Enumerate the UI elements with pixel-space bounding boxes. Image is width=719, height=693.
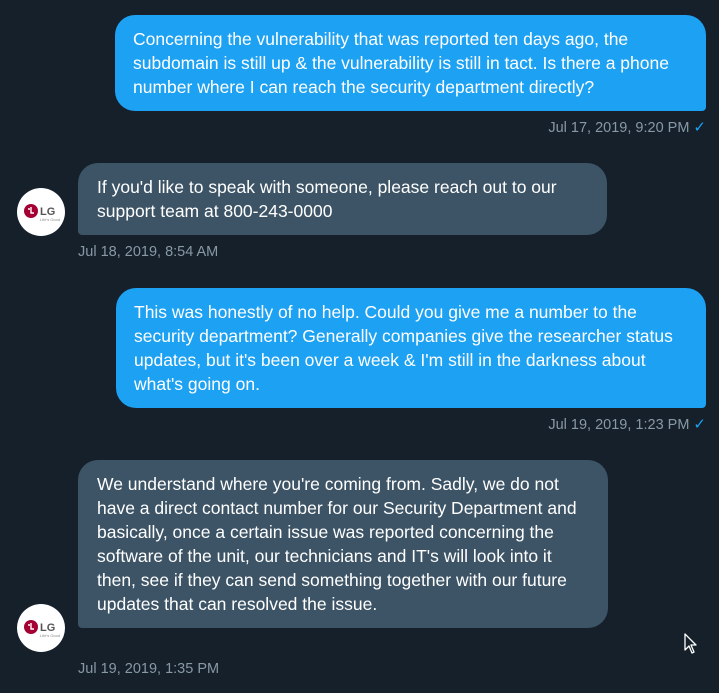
avatar-tagline: Life's Good [40, 633, 60, 638]
message-timestamp: Jul 17, 2019, 9:20 PM ✓ [548, 119, 706, 136]
message-text: Concerning the vulnerability that was re… [133, 29, 669, 97]
mouse-cursor-icon [684, 633, 697, 654]
message-text: We understand where you're coming from. … [97, 474, 577, 614]
message-timestamp: Jul 19, 2019, 1:23 PM ✓ [548, 416, 706, 433]
message-text: This was honestly of no help. Could you … [134, 302, 673, 394]
lg-logo-icon: LG Life's Good [24, 204, 60, 222]
avatar-tagline: Life's Good [40, 217, 60, 222]
incoming-message-bubble[interactable]: If you'd like to speak with someone, ple… [78, 163, 607, 235]
outgoing-message-bubble[interactable]: This was honestly of no help. Could you … [116, 288, 706, 408]
checkmark-icon: ✓ [693, 416, 706, 433]
lg-avatar[interactable]: LG Life's Good [17, 188, 65, 236]
incoming-message-bubble[interactable]: We understand where you're coming from. … [78, 460, 608, 628]
lg-logo-icon: LG Life's Good [24, 620, 60, 638]
outgoing-message-bubble[interactable]: Concerning the vulnerability that was re… [115, 15, 706, 111]
message-timestamp: Jul 19, 2019, 1:35 PM [78, 661, 220, 677]
lg-avatar[interactable]: LG Life's Good [17, 604, 65, 652]
message-text: If you'd like to speak with someone, ple… [97, 177, 557, 221]
checkmark-icon: ✓ [693, 119, 706, 136]
message-timestamp: Jul 18, 2019, 8:54 AM [78, 244, 219, 260]
